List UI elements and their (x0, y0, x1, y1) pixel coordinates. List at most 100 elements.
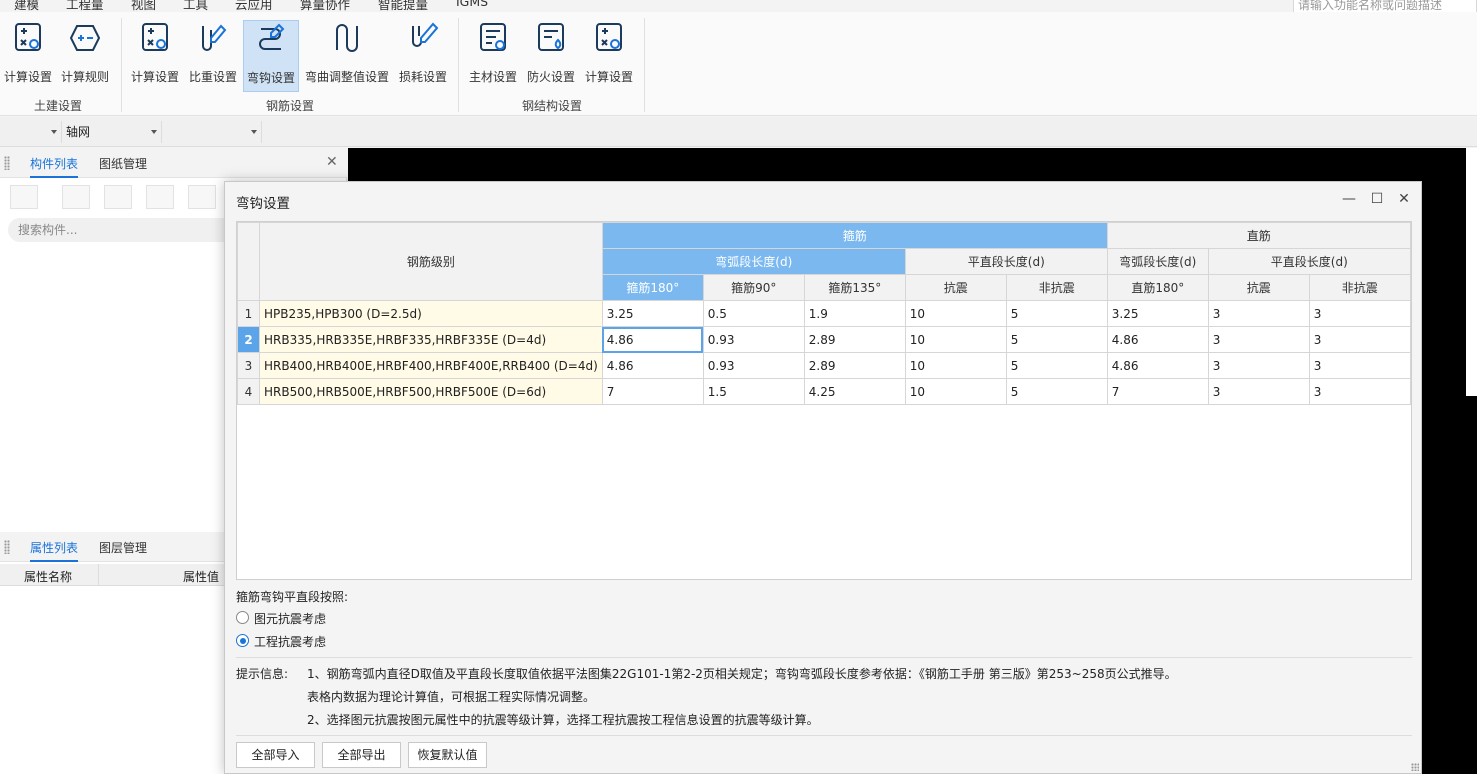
value-cell[interactable]: 4.25 (803, 378, 906, 405)
value-cell[interactable]: 4.86 (1106, 352, 1209, 379)
ribbon-separator (644, 18, 645, 112)
value-cell[interactable]: 10 (904, 378, 1007, 405)
floor-combo[interactable] (0, 121, 62, 143)
column-header-straight-180: 直筋180° (1106, 274, 1209, 301)
component-combo[interactable] (162, 121, 262, 143)
new-component-icon[interactable] (10, 185, 38, 209)
tab-drawing-management[interactable]: 图纸管理 (99, 155, 147, 172)
fire-doc-icon (538, 23, 564, 51)
civil-calc-rules-button[interactable]: 计算规则 (58, 20, 112, 92)
menu-item-igms[interactable]: IGMS (456, 0, 488, 9)
loss-icon (412, 22, 439, 47)
row-number[interactable]: 1 (237, 300, 260, 327)
value-cell[interactable]: 10 (904, 352, 1007, 379)
value-cell[interactable]: 7 (1106, 378, 1209, 405)
restore-defaults-button[interactable]: 恢复默认值 (408, 742, 487, 768)
bend-adjust-settings-button[interactable]: 弯曲调整值设置 (303, 20, 391, 92)
value-cell[interactable]: 3 (1308, 378, 1411, 405)
radio-label-component-seismic[interactable]: 图元抗震考虑 (254, 610, 326, 627)
rebar-calc-settings-button[interactable]: 计算设置 (128, 20, 182, 92)
value-cell[interactable]: 3 (1308, 326, 1411, 353)
value-cell[interactable]: 10 (904, 326, 1007, 353)
value-cell[interactable]: 3.25 (601, 300, 704, 327)
value-cell[interactable]: 4.86 (1106, 326, 1209, 353)
export-all-button[interactable]: 全部导出 (322, 742, 401, 768)
hook-settings-dialog: 弯钩设置 — ☐ ✕ 钢筋级别 箍筋 直筋 弯弧段长度(d) 平直段长度(d) … (224, 181, 1422, 774)
maximize-icon[interactable]: ☐ (1368, 190, 1386, 208)
radio-project-seismic[interactable] (236, 634, 249, 647)
duplicate-icon[interactable] (146, 185, 174, 209)
component-panel-tabs: 构件列表 图纸管理 ✕ (0, 148, 347, 178)
delete-icon[interactable] (104, 185, 132, 209)
loss-settings-button[interactable]: 损耗设置 (396, 20, 450, 92)
drag-grip-icon[interactable] (4, 540, 10, 554)
value-cell[interactable]: 5 (1005, 326, 1108, 353)
row-number[interactable]: 4 (237, 378, 260, 405)
value-cell-selected[interactable]: 4.86 (601, 326, 704, 353)
value-cell[interactable]: 2.89 (803, 352, 906, 379)
row-number[interactable]: 3 (237, 352, 260, 379)
value-cell[interactable]: 5 (1005, 378, 1108, 405)
value-cell[interactable]: 0.5 (702, 300, 805, 327)
value-cell[interactable]: 4.86 (601, 352, 704, 379)
group-label-steel: 钢结构设置 (522, 99, 583, 113)
resize-grip-icon[interactable] (1411, 763, 1419, 771)
ribbon-separator (458, 18, 459, 112)
value-cell[interactable]: 2.89 (803, 326, 906, 353)
column-header-non-seismic: 非抗震 (1005, 274, 1108, 301)
column-header-stirrup-180: 箍筋180° (601, 274, 704, 301)
value-cell[interactable]: 10 (904, 300, 1007, 327)
import-all-button[interactable]: 全部导入 (236, 742, 315, 768)
value-cell[interactable]: 3 (1207, 326, 1310, 353)
radio-group-label: 箍筋弯钩平直段按照: (236, 590, 349, 604)
row-number[interactable]: 2 (237, 326, 260, 353)
civil-calc-settings-button[interactable]: 计算设置 (2, 20, 54, 92)
ribbon: 计算设置 计算规则 土建设置 计算设置 比重设置 弯钩设置 弯曲调整值设置 损耗… (0, 12, 1477, 116)
radio-component-seismic[interactable] (236, 611, 249, 624)
fireproof-settings-button[interactable]: 防火设置 (524, 20, 578, 92)
save-icon[interactable] (188, 185, 216, 209)
value-cell[interactable]: 1.9 (803, 300, 906, 327)
value-cell[interactable]: 3 (1207, 352, 1310, 379)
steel-calc-settings-button[interactable]: 计算设置 (582, 20, 636, 92)
hook-settings-button[interactable]: 弯钩设置 (243, 20, 299, 92)
rebar-density-settings-button[interactable]: 比重设置 (186, 20, 240, 92)
tab-layer-management[interactable]: 图层管理 (99, 539, 147, 556)
radio-label-project-seismic[interactable]: 工程抗震考虑 (254, 633, 326, 650)
column-header-straight-flat-length: 平直段长度(d) (1207, 248, 1411, 275)
tab-property-list[interactable]: 属性列表 (30, 539, 79, 562)
minimize-icon[interactable]: — (1340, 190, 1358, 208)
table-row: 4 HRB500,HRB500E,HRBF500,HRBF500E (D=6d)… (237, 378, 1411, 405)
value-cell[interactable]: 3 (1207, 300, 1310, 327)
material-doc-icon (480, 23, 506, 51)
value-cell[interactable]: 7 (601, 378, 704, 405)
close-icon[interactable]: ✕ (326, 154, 338, 170)
table-row: 2 HRB335,HRB335E,HRBF335,HRBF335E (D=4d)… (237, 326, 1411, 353)
component-search-input[interactable]: 搜索构件... (8, 218, 240, 242)
value-cell[interactable]: 3 (1308, 300, 1411, 327)
column-header-flat-length: 平直段长度(d) (904, 248, 1108, 275)
drag-grip-icon[interactable] (4, 156, 10, 170)
value-cell[interactable]: 5 (1005, 300, 1108, 327)
right-toolstrip (1466, 148, 1477, 396)
column-header-seismic: 抗震 (904, 274, 1007, 301)
group-label-civil: 土建设置 (34, 99, 83, 113)
value-cell[interactable]: 3 (1308, 352, 1411, 379)
component-type-combo[interactable]: 轴网 (62, 121, 162, 143)
tab-component-list[interactable]: 构件列表 (30, 155, 79, 178)
layer-toolbar: 轴网 (0, 117, 1477, 147)
value-cell[interactable]: 3.25 (1106, 300, 1209, 327)
value-cell[interactable]: 0.93 (702, 352, 805, 379)
value-cell[interactable]: 5 (1005, 352, 1108, 379)
value-cell[interactable]: 3 (1207, 378, 1310, 405)
value-cell[interactable]: 1.5 (702, 378, 805, 405)
table-row: 1 HPB235,HPB300 (D=2.5d) 3.25 0.5 1.9 10… (237, 300, 1411, 327)
calc-rules-icon (69, 25, 101, 51)
close-icon[interactable]: ✕ (1395, 190, 1413, 208)
copy-icon[interactable] (62, 185, 90, 209)
grade-cell: HRB335,HRB335E,HRBF335,HRBF335E (D=4d) (259, 326, 603, 353)
column-header-straight-arc-length: 弯弧段长度(d) (1106, 248, 1209, 275)
value-cell[interactable]: 0.93 (702, 326, 805, 353)
column-header-stirrup-135: 箍筋135° (803, 274, 906, 301)
main-material-settings-button[interactable]: 主材设置 (466, 20, 520, 92)
